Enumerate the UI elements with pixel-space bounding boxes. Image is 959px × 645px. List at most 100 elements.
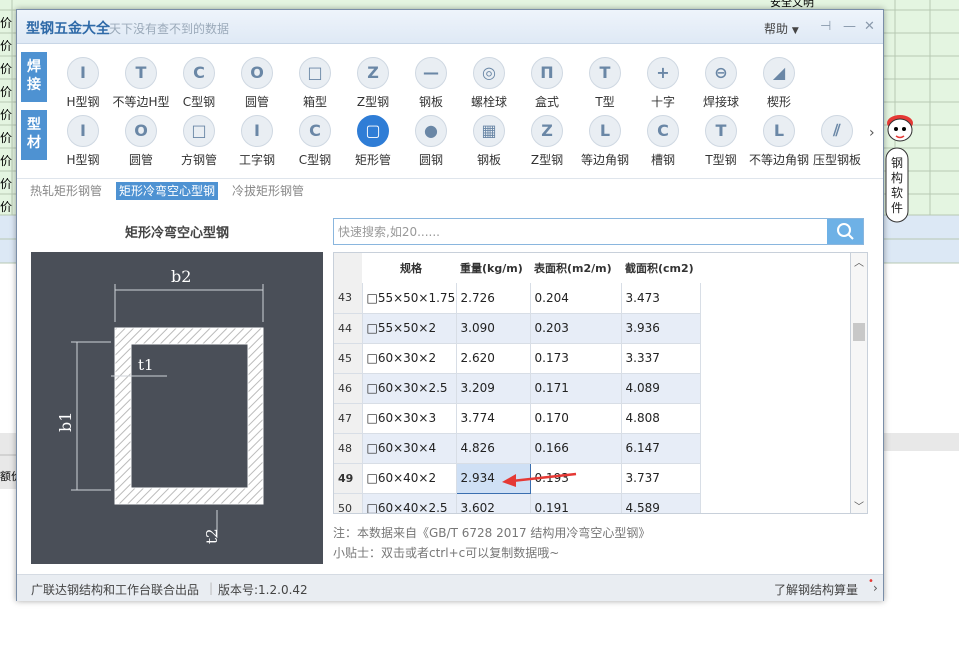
product-title: 矩形冷弯空心型钢 [125, 226, 230, 241]
footer-bar: 广联达钢结构和工作台联合出品 | 版本号:1.2.0.42 了解钢结构算量 › … [17, 574, 883, 601]
table-cell[interactable]: 3.602 [456, 493, 531, 513]
search-button[interactable] [827, 219, 863, 244]
tip-note: 小贴士：双击或者ctrl+c可以复制数据哦~ [333, 546, 560, 560]
mascot-char: 钢 [891, 156, 904, 170]
table-cell[interactable]: 3.090 [456, 313, 531, 344]
category-item-0-12[interactable]: ◢ 楔形 [747, 55, 811, 113]
table-cell[interactable]: 3.774 [456, 403, 531, 434]
table-row[interactable]: 46 □60×30×2.5 3.209 0.171 4.089 [334, 373, 701, 404]
table-cell[interactable]: 0.203 [530, 313, 622, 344]
col-surface[interactable]: 表面积(m2/m) [530, 253, 621, 283]
table-row[interactable]: 48 □60×30×4 4.826 0.166 6.147 [334, 433, 701, 464]
minimize-icon[interactable]: — [843, 19, 856, 34]
table-cell[interactable]: □60×30×2 [362, 343, 457, 374]
table-row[interactable]: 45 □60×30×2 2.620 0.173 3.337 [334, 343, 701, 374]
chevron-right-icon[interactable]: › [869, 125, 875, 141]
dim-t2: t2 [203, 528, 221, 544]
col-spec[interactable]: 规格 [362, 253, 456, 283]
mascot-char: 构 [891, 171, 904, 185]
table-scrollbar[interactable]: ︿ ﹀ [851, 252, 868, 514]
source-note: 注：本数据来自《GB/T 6728 2017 结构用冷弯空心型钢》 [333, 526, 651, 540]
mascot-text: 钢 构 软 件 [891, 156, 903, 216]
shape-icon: — [415, 57, 447, 89]
table-row[interactable]: 47 □60×30×3 3.774 0.170 4.808 [334, 403, 701, 434]
bg-cell: 价 [0, 154, 13, 168]
dim-b2: b2 [171, 267, 191, 286]
help-label: 帮助 [764, 22, 789, 36]
table-cell[interactable]: 0.173 [530, 343, 622, 374]
table-row[interactable]: 43 □55×50×1.75 2.726 0.204 3.473 [334, 283, 701, 314]
category-item-label: 楔形 [766, 95, 791, 109]
row-number: 43 [334, 283, 363, 314]
table-cell[interactable]: □60×40×2 [362, 463, 457, 494]
scroll-thumb[interactable] [853, 323, 865, 341]
table-cell[interactable]: 4.808 [621, 403, 701, 434]
table-cell[interactable]: 0.191 [530, 493, 622, 513]
table-cell[interactable]: □60×30×2.5 [362, 373, 457, 404]
shape-icon: O [241, 57, 273, 89]
table-cell[interactable]: 0.204 [530, 283, 622, 314]
table-cell[interactable]: 4.826 [456, 433, 531, 464]
scroll-up-icon[interactable]: ︿ [854, 254, 864, 269]
window-title: 型钢五金大全 [26, 21, 110, 37]
shape-icon: C [183, 57, 215, 89]
row-number: 44 [334, 313, 363, 344]
table-cell[interactable]: 0.166 [530, 433, 622, 464]
row-number: 45 [334, 343, 363, 374]
table-cell[interactable]: 4.089 [621, 373, 701, 404]
window-subtitle: 天下没有查不到的数据 [109, 22, 230, 36]
scroll-down-icon[interactable]: ﹀ [854, 498, 864, 513]
col-area[interactable]: 截面积(cm2) [621, 253, 700, 283]
pin-icon[interactable]: ⊣ [820, 19, 831, 34]
subtab-cold-formed[interactable]: 矩形冷弯空心型钢 [116, 182, 219, 200]
table-cell[interactable]: 3.209 [456, 373, 531, 404]
tag-char: 型 [27, 117, 41, 133]
subtab-cold-drawn[interactable]: 冷拔矩形钢管 [229, 182, 307, 200]
chevron-down-icon: ▼ [791, 26, 799, 36]
shape-icon: O [125, 115, 157, 147]
table-cell[interactable]: 3.737 [621, 463, 701, 494]
table-cell[interactable]: 3.473 [621, 283, 701, 314]
search-icon [837, 223, 854, 240]
shape-icon: T [705, 115, 737, 147]
table-cell[interactable]: □60×30×3 [362, 403, 457, 434]
bg-cell: 价 [0, 16, 13, 30]
title-bar: 型钢五金大全 天下没有查不到的数据 帮助 ▼ ⊣ — ✕ [17, 10, 883, 44]
table-cell[interactable]: □60×30×4 [362, 433, 457, 464]
table-cell[interactable]: □55×50×1.75 [362, 283, 457, 314]
row-number: 46 [334, 373, 363, 404]
shape-icon: ◢ [763, 57, 795, 89]
category-tag-profile: 型材 [21, 110, 47, 160]
steel-catalog-window: 型钢五金大全 天下没有查不到的数据 帮助 ▼ ⊣ — ✕ 焊接 型材 I H型钢 T… [16, 9, 884, 601]
close-icon[interactable]: ✕ [864, 19, 875, 34]
bg-cell: 价 [0, 85, 13, 99]
col-weight[interactable]: 重量(kg/m) [456, 253, 530, 283]
category-item-1-13[interactable]: ⫽ 压型钢板 [805, 113, 869, 171]
shape-icon: ◎ [473, 57, 505, 89]
help-menu[interactable]: 帮助 ▼ [764, 20, 799, 37]
table-cell[interactable]: □55×50×2 [362, 313, 457, 344]
search-input[interactable] [334, 219, 826, 244]
table-cell[interactable]: 4.589 [621, 493, 701, 513]
footer-divider: | [209, 581, 214, 595]
table-cell[interactable]: 0.171 [530, 373, 622, 404]
table-cell[interactable]: 2.620 [456, 343, 531, 374]
table-cell[interactable]: □60×40×2.5 [362, 493, 457, 513]
bg-cell: 价 [0, 108, 13, 122]
footer-link[interactable]: 了解钢结构算量 [774, 581, 858, 598]
bg-cell: 价 [0, 131, 13, 145]
category-tag-welded: 焊接 [21, 52, 47, 102]
table-row[interactable]: 50 □60×40×2.5 3.602 0.191 4.589 [334, 493, 701, 513]
category-item-label: 压型钢板 [812, 153, 861, 167]
shape-icon: □ [299, 57, 331, 89]
mascot-badge[interactable]: 钢 构 软 件 [882, 110, 922, 225]
subtab-hot-rolled[interactable]: 热轧矩形钢管 [27, 182, 105, 200]
table-cell[interactable]: 6.147 [621, 433, 701, 464]
bg-cell: 价 [0, 62, 13, 76]
table-cell[interactable]: 3.936 [621, 313, 701, 344]
section-diagram: b2 b1 t1 t2 [31, 252, 323, 564]
table-cell[interactable]: 3.337 [621, 343, 701, 374]
table-cell[interactable]: 0.170 [530, 403, 622, 434]
table-cell[interactable]: 2.726 [456, 283, 531, 314]
table-row[interactable]: 44 □55×50×2 3.090 0.203 3.936 [334, 313, 701, 344]
